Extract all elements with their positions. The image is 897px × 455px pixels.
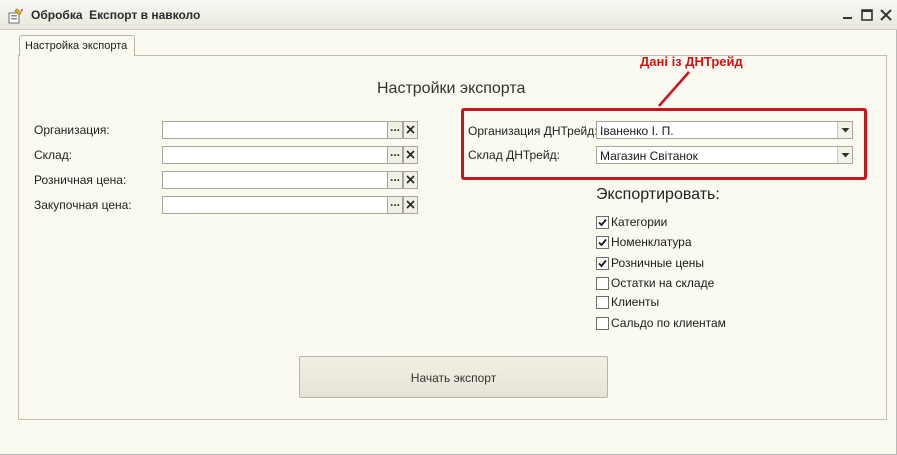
dntrade-organization-label: Организация ДНТрейд: — [468, 124, 598, 138]
start-export-button[interactable]: Начать экспорт — [299, 356, 608, 398]
checkmark-icon — [598, 238, 607, 247]
tab-export-settings[interactable]: Настройка экспорта — [19, 35, 135, 56]
checkbox-box[interactable] — [596, 216, 609, 229]
checkbox-box[interactable] — [596, 317, 609, 330]
checkbox-box[interactable] — [596, 236, 609, 249]
annotation-text: Дані із ДНТрейд — [640, 54, 743, 69]
dropdown-arrow-icon[interactable] — [837, 147, 852, 163]
export-section-title: Экспортировать: — [596, 186, 720, 203]
dntrade-organization-select[interactable]: Іваненко І. П. — [596, 121, 853, 139]
checkbox-box[interactable] — [596, 257, 609, 270]
dropdown-arrow-icon[interactable] — [837, 122, 852, 138]
dntrade-warehouse-label: Склад ДНТрейд: — [468, 148, 560, 162]
checkbox-box[interactable] — [596, 296, 609, 309]
checkbox-box[interactable] — [596, 277, 609, 290]
checkmark-icon — [598, 259, 607, 268]
export-window: Обробка Експорт в навколо Настройка эксп… — [0, 0, 897, 455]
dntrade-highlight-box — [461, 108, 867, 180]
tab-label: Настройка экспорта — [25, 40, 128, 52]
checkmark-icon — [598, 218, 607, 227]
dntrade-warehouse-select[interactable]: Магазин Світанок — [596, 146, 853, 164]
